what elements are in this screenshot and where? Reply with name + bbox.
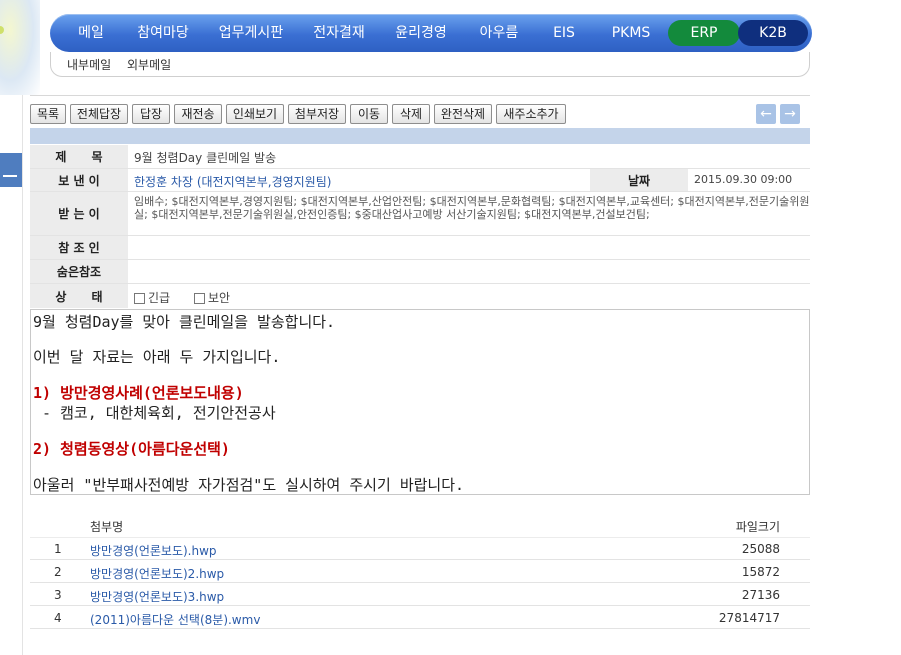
attachment-number: 2 xyxy=(54,565,62,579)
urgent-option[interactable]: 긴급 xyxy=(134,289,170,306)
subject-value: 9월 청렴Day 클린메일 발송 xyxy=(134,151,277,165)
attachment-link[interactable]: 방만경영(언론보도)3.hwp xyxy=(90,588,224,605)
nav-k2b[interactable]: K2B xyxy=(738,20,808,46)
attachment-name-header: 첨부명 xyxy=(90,520,124,534)
date-label: 날짜 xyxy=(590,169,688,191)
recipients-value: 임배수; $대전지역본부,경영지원팀; $대전지역본부,산업안전팀; $대전지역… xyxy=(134,195,810,221)
attachment-size: 25088 xyxy=(741,542,780,556)
nav-ethics[interactable]: 윤리경영 xyxy=(390,14,452,52)
mail-subnav: 내부메일 외부메일 xyxy=(50,52,810,77)
attachment-size: 15872 xyxy=(741,565,780,579)
reply-all-button[interactable]: 전체답장 xyxy=(70,104,128,124)
attachment-row: 4 (2011)아름다운 선택(8분).wmv 27814717 xyxy=(30,606,810,629)
attachment-size: 27814717 xyxy=(718,611,780,625)
nav-aureum[interactable]: 아우름 xyxy=(472,14,526,52)
arrow-right-icon[interactable]: → xyxy=(780,104,800,124)
bcc-row: 숨은참조 xyxy=(30,260,810,284)
divider xyxy=(30,95,810,96)
sender-label: 보 낸 이 xyxy=(30,169,128,191)
sender-value[interactable]: 한정훈 차장 (대전지역본부,경영지원팀) xyxy=(134,173,331,190)
arrow-left-icon[interactable]: ← xyxy=(756,104,776,124)
subject-row: 제 목 9월 청렴Day 클린메일 발송 xyxy=(30,145,810,169)
secure-option[interactable]: 보안 xyxy=(194,289,230,306)
nav-erp[interactable]: ERP xyxy=(668,20,740,46)
attachment-size-header: 파일크기 xyxy=(735,520,780,534)
nav-participation[interactable]: 참여마당 xyxy=(132,14,194,52)
attachment-row: 1 방만경영(언론보도).hwp 25088 xyxy=(30,537,810,560)
nav-e-approval[interactable]: 전자결재 xyxy=(308,14,370,52)
header-bar xyxy=(30,128,810,144)
secure-checkbox[interactable] xyxy=(194,293,205,304)
add-address-button[interactable]: 새주소추가 xyxy=(496,104,566,124)
subnav-external-mail[interactable]: 외부메일 xyxy=(127,56,171,73)
recipients-row: 받 는 이 임배수; $대전지역본부,경영지원팀; $대전지역본부,산업안전팀;… xyxy=(30,192,810,236)
side-toggle-tab[interactable] xyxy=(0,153,22,187)
message-body: 9월 청렴Day를 맞아 클린메일을 발송합니다. 이번 달 자료는 아래 두 … xyxy=(30,309,810,495)
nav-eis[interactable]: EIS xyxy=(545,14,583,52)
reply-button[interactable]: 답장 xyxy=(132,104,170,124)
list-button[interactable]: 목록 xyxy=(30,104,66,124)
attachments-header: 첨부명 파일크기 xyxy=(30,518,810,538)
nav-mail[interactable]: 메일 xyxy=(70,14,112,52)
bcc-label: 숨은참조 xyxy=(30,260,128,283)
body-line-materials: 이번 달 자료는 아래 두 가지입니다. xyxy=(33,348,281,366)
attachment-number: 4 xyxy=(54,611,62,625)
attachment-number: 1 xyxy=(54,542,62,556)
cc-label: 참 조 인 xyxy=(30,236,128,259)
attachment-row: 3 방만경영(언론보도)3.hwp 27136 xyxy=(30,583,810,606)
attachment-link[interactable]: (2011)아름다운 선택(8분).wmv xyxy=(90,611,260,628)
recipients-label: 받 는 이 xyxy=(30,192,128,235)
urgent-label: 긴급 xyxy=(148,291,171,305)
attachment-row: 2 방만경영(언론보도)2.hwp 15872 xyxy=(30,560,810,583)
top-navigation-bar: 메일 참여마당 업무게시판 전자결재 윤리경영 아우름 EIS PKMS ERP… xyxy=(50,14,812,52)
attachment-link[interactable]: 방만경영(언론보도)2.hwp xyxy=(90,565,224,582)
status-label: 상 태 xyxy=(30,284,128,308)
subject-label: 제 목 xyxy=(30,145,128,168)
secure-label: 보안 xyxy=(208,291,231,305)
sender-row: 보 낸 이 한정훈 차장 (대전지역본부,경영지원팀) 날짜 2015.09.3… xyxy=(30,169,810,192)
body-closing: 아울러 "반부패사전예방 자가점검"도 실시하여 주시기 바랍니다. xyxy=(33,476,465,494)
print-view-button[interactable]: 인쇄보기 xyxy=(226,104,284,124)
subnav-internal-mail[interactable]: 내부메일 xyxy=(67,56,111,73)
background-decoration xyxy=(0,0,40,95)
permanent-delete-button[interactable]: 완전삭제 xyxy=(434,104,492,124)
resend-button[interactable]: 재전송 xyxy=(174,104,222,124)
attachment-size: 27136 xyxy=(741,588,780,602)
nav-work-board[interactable]: 업무게시판 xyxy=(214,14,288,52)
body-item-2: 2) 청렴동영상(아름다운선택) xyxy=(33,440,230,458)
attachment-link[interactable]: 방만경영(언론보도).hwp xyxy=(90,542,217,559)
nav-pkms[interactable]: PKMS xyxy=(603,14,659,52)
body-line-intro: 9월 청렴Day를 맞아 클린메일을 발송합니다. xyxy=(33,313,336,331)
body-item-1: 1) 방만경영사례(언론보도내용) xyxy=(33,384,244,402)
date-value: 2015.09.30 09:00 xyxy=(694,173,793,186)
move-button[interactable]: 이동 xyxy=(350,104,388,124)
delete-button[interactable]: 삭제 xyxy=(392,104,430,124)
left-divider xyxy=(22,95,23,655)
save-attachments-button[interactable]: 첨부저장 xyxy=(288,104,346,124)
status-row: 상 태 긴급 보안 xyxy=(30,284,810,308)
decorative-dot xyxy=(0,26,4,34)
body-item-1-detail: - 캠코, 대한체육회, 전기안전공사 xyxy=(33,404,276,422)
urgent-checkbox[interactable] xyxy=(134,293,145,304)
cc-row: 참 조 인 xyxy=(30,236,810,260)
attachment-number: 3 xyxy=(54,588,62,602)
